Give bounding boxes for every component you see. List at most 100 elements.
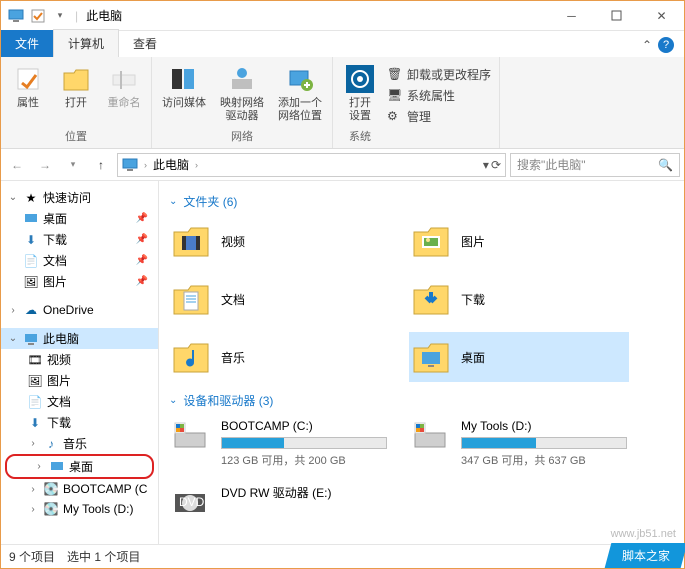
drive-tile[interactable]: DVD DVD RW 驱动器 (E:)	[169, 480, 389, 528]
ribbon-group-location: 属性 打开 重命名 位置	[1, 57, 152, 148]
site-badge: 脚本之家	[605, 543, 685, 568]
watermark: www.jb51.net	[611, 528, 676, 540]
group-label-system: 系统	[349, 128, 371, 146]
pin-icon: 📌	[136, 276, 154, 287]
tree-videos[interactable]: 🎞视频	[1, 349, 158, 370]
tab-view[interactable]: 查看	[119, 30, 171, 57]
status-bar: 9 个项目 选中 1 个项目 ≡ ▦	[1, 544, 684, 568]
maximize-button[interactable]	[594, 1, 639, 31]
drives-group-header[interactable]: ⌄设备和驱动器 (3)	[169, 392, 674, 409]
item-count: 9 个项目	[9, 548, 55, 565]
tree-pictures[interactable]: 🖼图片📌	[1, 271, 158, 292]
tree-music[interactable]: ›♪音乐	[1, 433, 158, 454]
tree-documents[interactable]: 📄文档📌	[1, 250, 158, 271]
title-bar: ▾ | 此电脑 ─ ✕	[1, 1, 684, 31]
folder-icon	[171, 337, 211, 377]
close-button[interactable]: ✕	[639, 1, 684, 31]
folder-tile-downloads[interactable]: 下载	[409, 274, 629, 324]
chevron-down-icon: ⌄	[169, 395, 177, 406]
up-button[interactable]: ↑	[89, 153, 113, 177]
open-button[interactable]: 打开	[57, 61, 95, 112]
drive-tile[interactable]: My Tools (D:)347 GB 可用，共 637 GB	[409, 415, 629, 472]
folder-tile-documents[interactable]: 文档	[169, 274, 389, 324]
quick-access-toolbar: ▾	[1, 7, 75, 25]
back-button[interactable]: ←	[5, 153, 29, 177]
drive-name: DVD RW 驱动器 (E:)	[221, 484, 387, 501]
tree-mytools[interactable]: ›💽My Tools (D:)	[1, 499, 158, 519]
media-button[interactable]: 访问媒体	[160, 61, 208, 112]
folder-icon	[411, 279, 451, 319]
drive-name: My Tools (D:)	[461, 419, 627, 433]
folder-label: 音乐	[221, 349, 245, 366]
refresh-icon[interactable]: ⟳	[491, 158, 501, 172]
uninstall-button[interactable]: 🗑卸载或更改程序	[387, 65, 491, 84]
ribbon: 属性 打开 重命名 位置 访问媒体 映射网络 驱动器 添加一个 网络位置 网络 …	[1, 57, 684, 149]
tab-file[interactable]: 文件	[1, 30, 53, 57]
drive-icon: DVD	[171, 484, 211, 524]
tree-desktop-pc[interactable]: ›桌面	[5, 454, 154, 479]
recent-dropdown[interactable]: ▾	[61, 153, 85, 177]
tree-documents-pc[interactable]: 📄文档	[1, 391, 158, 412]
folder-icon	[171, 221, 211, 261]
content-pane: ⌄文件夹 (6) 视频 图片文档 下载音乐 桌面 ⌄设备和驱动器 (3) BOOTCA…	[159, 181, 684, 544]
ribbon-tabs: 文件 计算机 查看 ⌃ ?	[1, 31, 684, 57]
folder-icon	[411, 221, 451, 261]
drive-name: BOOTCAMP (C:)	[221, 419, 387, 433]
folder-tile-video[interactable]: 视频	[169, 216, 389, 266]
folders-group-header[interactable]: ⌄文件夹 (6)	[169, 193, 674, 210]
pc-icon	[122, 157, 138, 173]
drive-tile[interactable]: BOOTCAMP (C:)123 GB 可用，共 200 GB	[169, 415, 389, 472]
pin-icon: 📌	[136, 234, 154, 245]
tree-quick-access[interactable]: ⌄★快速访问	[1, 187, 158, 208]
drive-icon	[411, 419, 451, 459]
open-settings-button[interactable]: 打开 设置	[341, 61, 379, 125]
folder-tile-music[interactable]: 音乐	[169, 332, 389, 382]
folder-label: 下载	[461, 291, 485, 308]
drive-icon	[171, 419, 211, 459]
address-bar[interactable]: › 此电脑 › ▾ ⟳	[117, 153, 506, 177]
tab-computer[interactable]: 计算机	[53, 29, 119, 57]
chevron-down-icon: ⌄	[169, 196, 177, 207]
folder-label: 视频	[221, 233, 245, 250]
tree-downloads-pc[interactable]: ⬇下载	[1, 412, 158, 433]
group-label-network: 网络	[231, 128, 253, 146]
map-drive-button[interactable]: 映射网络 驱动器	[218, 61, 266, 125]
dropdown-icon[interactable]: ▾	[483, 158, 489, 172]
checkbox-icon[interactable]	[29, 7, 47, 25]
breadcrumb[interactable]: 此电脑	[153, 156, 189, 173]
sysprops-button[interactable]: 🖥系统属性	[387, 86, 491, 105]
help-icon[interactable]: ?	[658, 37, 674, 53]
search-input[interactable]: 搜索"此电脑" 🔍	[510, 153, 680, 177]
pin-icon: 📌	[136, 213, 154, 224]
dropdown-icon[interactable]: ▾	[51, 7, 69, 25]
tree-this-pc[interactable]: ⌄此电脑	[1, 328, 158, 349]
folder-tile-pictures[interactable]: 图片	[409, 216, 629, 266]
folder-tile-desktop[interactable]: 桌面	[409, 332, 629, 382]
pc-icon	[7, 7, 25, 25]
tree-downloads[interactable]: ⬇下载📌	[1, 229, 158, 250]
nav-tree: ⌄★快速访问 桌面📌 ⬇下载📌 📄文档📌 🖼图片📌 ›☁OneDrive ⌄此电…	[1, 181, 159, 544]
folder-icon	[171, 279, 211, 319]
folder-icon	[411, 337, 451, 377]
pin-icon: 📌	[136, 255, 154, 266]
group-label-location: 位置	[65, 128, 87, 146]
ribbon-group-network: 访问媒体 映射网络 驱动器 添加一个 网络位置 网络	[152, 57, 333, 148]
window-title: 此电脑	[86, 7, 122, 24]
forward-button[interactable]: →	[33, 153, 57, 177]
add-location-button[interactable]: 添加一个 网络位置	[276, 61, 324, 125]
tree-bootcamp[interactable]: ›💽BOOTCAMP (C	[1, 479, 158, 499]
folder-label: 桌面	[461, 349, 485, 366]
svg-text:DVD: DVD	[179, 495, 205, 509]
properties-button[interactable]: 属性	[9, 61, 47, 112]
ribbon-group-system: 打开 设置 系统 🗑卸载或更改程序 🖥系统属性 ⚙管理	[333, 57, 500, 148]
minimize-button[interactable]: ─	[549, 1, 594, 31]
tree-pictures-pc[interactable]: 🖼图片	[1, 370, 158, 391]
manage-button[interactable]: ⚙管理	[387, 107, 491, 126]
chevron-up-icon[interactable]: ⌃	[642, 38, 652, 52]
rename-button[interactable]: 重命名	[105, 61, 143, 112]
tree-onedrive[interactable]: ›☁OneDrive	[1, 300, 158, 320]
folder-label: 图片	[461, 233, 485, 250]
nav-bar: ← → ▾ ↑ › 此电脑 › ▾ ⟳ 搜索"此电脑" 🔍	[1, 149, 684, 181]
tree-desktop[interactable]: 桌面📌	[1, 208, 158, 229]
selection-count: 选中 1 个项目	[67, 548, 140, 565]
